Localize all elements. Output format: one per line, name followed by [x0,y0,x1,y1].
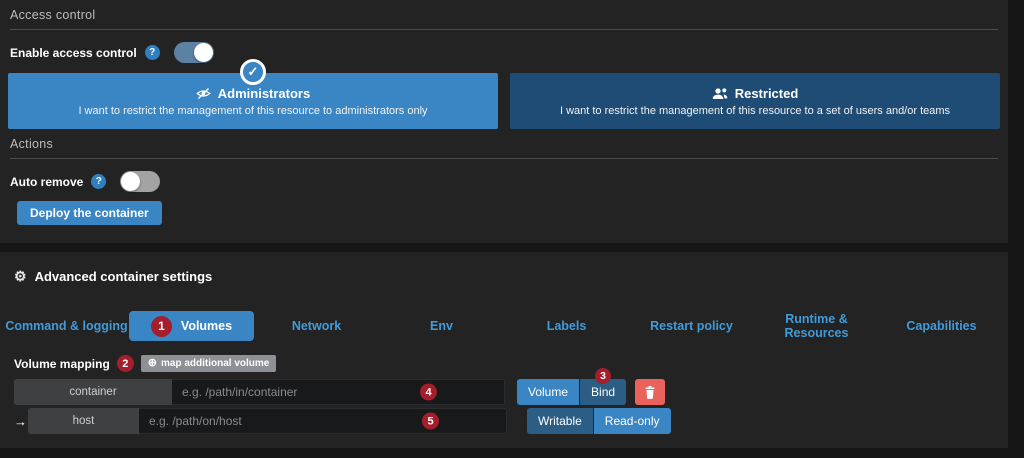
readonly-mode-button[interactable]: Read-only [594,408,671,434]
tab-capabilities[interactable]: Capabilities [879,319,1004,333]
toggle-knob [121,172,140,191]
annotation-badge-5: 5 [422,413,439,430]
annotation-badge-1: 1 [151,316,172,337]
annotation-badge-2: 2 [117,355,134,372]
ownership-option-title: Administrators [218,86,310,101]
annotation-badge-4: 4 [420,384,437,401]
help-icon[interactable]: ? [145,45,160,60]
container-create-panel: Access control Enable access control ? ✓… [0,0,1008,243]
ownership-option-description: I want to restrict the management of thi… [8,105,498,117]
advanced-settings-title: Advanced container settings [35,269,213,284]
ownership-option-administrators[interactable]: ✓ Administrators I want to restrict the … [8,73,498,129]
ownership-option-title: Restricted [735,86,799,101]
host-path-addon: host [28,408,139,434]
volume-type-button[interactable]: Volume [517,379,579,405]
gear-icon: ⚙ [14,268,27,285]
container-path-addon: container [14,379,172,405]
annotation-badge-3: 3 [595,368,611,384]
plus-circle-icon: ⊕ [148,358,157,369]
auto-remove-toggle[interactable] [120,171,160,192]
check-icon: ✓ [240,59,266,85]
writable-mode-button[interactable]: Writable [527,408,593,434]
actions-heading: Actions [10,137,998,159]
ownership-option-description: I want to restrict the management of thi… [510,105,1000,117]
enable-access-control-label: Enable access control [10,46,137,60]
advanced-settings-panel: ⚙ Advanced container settings Command & … [0,252,1008,448]
map-additional-volume-button[interactable]: ⊕ map additional volume [141,355,277,372]
tab-volumes[interactable]: 1 Volumes [129,311,254,341]
tab-volumes-label: Volumes [181,319,232,333]
arrow-right-icon: → [14,414,28,429]
container-path-input[interactable] [172,379,505,405]
tab-runtime-resources[interactable]: Runtime & Resources [754,312,879,340]
deploy-container-button[interactable]: Deploy the container [17,201,162,225]
tab-restart-policy[interactable]: Restart policy [629,319,754,333]
volume-mapping-label: Volume mapping [14,357,110,371]
host-path-input[interactable] [139,408,507,434]
trash-icon [644,386,656,399]
settings-tabbar: Command & logging 1 Volumes Network Env … [4,311,1004,341]
tab-command-logging[interactable]: Command & logging [4,319,129,333]
tab-env[interactable]: Env [379,319,504,333]
eye-slash-icon [196,86,211,101]
access-control-heading: Access control [10,8,998,30]
toggle-knob [194,43,213,62]
help-icon[interactable]: ? [91,174,106,189]
tab-network[interactable]: Network [254,319,379,333]
map-additional-volume-label: map additional volume [161,358,269,369]
tab-labels[interactable]: Labels [504,319,629,333]
auto-remove-label: Auto remove [10,175,83,189]
ownership-option-restricted[interactable]: Restricted I want to restrict the manage… [510,73,1000,129]
enable-access-control-toggle[interactable] [174,42,214,63]
delete-volume-button[interactable] [635,379,665,405]
users-icon [712,86,728,100]
